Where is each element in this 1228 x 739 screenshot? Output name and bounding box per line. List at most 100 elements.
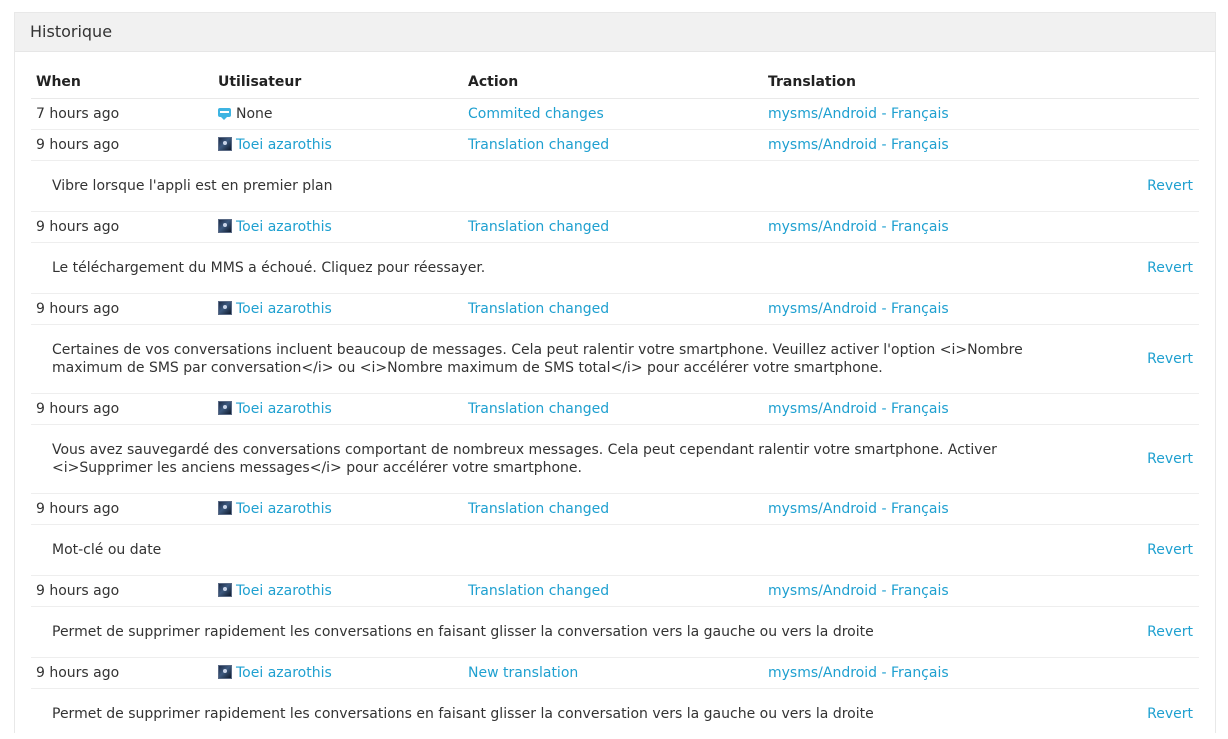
- column-header-empty: [1083, 52, 1199, 99]
- revert-button[interactable]: Revert: [1147, 260, 1193, 276]
- column-header-translation: Translation: [763, 52, 1083, 99]
- translation-text: Certaines de vos conversations incluent …: [31, 323, 1083, 393]
- revert-cell: Revert: [1083, 159, 1199, 211]
- user-name: None: [236, 105, 273, 122]
- detail-row: Certaines de vos conversations incluent …: [31, 323, 1199, 393]
- translation-link[interactable]: mysms/Android - Français: [768, 583, 949, 599]
- when-cell: 9 hours ago: [31, 574, 213, 606]
- user-link[interactable]: Toei azarothis: [236, 501, 332, 517]
- action-link[interactable]: Translation changed: [468, 301, 609, 317]
- action-cell: Translation changed: [463, 574, 763, 606]
- translation-cell: mysms/Android - Français: [763, 292, 1083, 324]
- translation-text: Permet de supprimer rapidement les conve…: [31, 687, 1083, 739]
- user-cell: None: [213, 97, 463, 129]
- table-row: 9 hours ago Toei azarothis New translati…: [31, 656, 1199, 688]
- action-link[interactable]: Translation changed: [468, 137, 609, 153]
- action-link[interactable]: Translation changed: [468, 219, 609, 235]
- column-header-user: Utilisateur: [213, 52, 463, 99]
- user-link[interactable]: Toei azarothis: [236, 401, 332, 417]
- avatar: [218, 400, 232, 415]
- table-row: 9 hours ago Toei azarothis Translation c…: [31, 210, 1199, 242]
- revert-cell: Revert: [1083, 687, 1199, 739]
- history-body: 7 hours ago None Commited changes mysms/…: [31, 97, 1199, 739]
- user-cell: Toei azarothis: [213, 492, 463, 524]
- revert-button[interactable]: Revert: [1147, 542, 1193, 558]
- user-cell: Toei azarothis: [213, 574, 463, 606]
- translation-text: Vous avez sauvegardé des conversations c…: [31, 423, 1083, 493]
- action-link[interactable]: Translation changed: [468, 583, 609, 599]
- translation-link[interactable]: mysms/Android - Français: [768, 137, 949, 153]
- avatar: [218, 300, 232, 315]
- action-cell: Translation changed: [463, 210, 763, 242]
- translation-text: Mot-clé ou date: [31, 523, 1083, 575]
- avatar: [218, 500, 232, 515]
- revert-button[interactable]: Revert: [1147, 451, 1193, 467]
- user-link[interactable]: Toei azarothis: [236, 583, 332, 599]
- panel-title: Historique: [15, 13, 1215, 52]
- table-row: 9 hours ago Toei azarothis Translation c…: [31, 574, 1199, 606]
- detail-row: Vous avez sauvegardé des conversations c…: [31, 423, 1199, 493]
- translation-cell: mysms/Android - Français: [763, 97, 1083, 129]
- robot-icon: [218, 107, 231, 120]
- translation-text: Le téléchargement du MMS a échoué. Cliqu…: [31, 241, 1083, 293]
- translation-link[interactable]: mysms/Android - Français: [768, 106, 949, 122]
- translation-cell: mysms/Android - Français: [763, 492, 1083, 524]
- table-header-row: When Utilisateur Action Translation: [31, 52, 1199, 99]
- revert-button[interactable]: Revert: [1147, 178, 1193, 194]
- translation-cell: mysms/Android - Français: [763, 392, 1083, 424]
- translation-link[interactable]: mysms/Android - Français: [768, 301, 949, 317]
- detail-row: Permet de supprimer rapidement les conve…: [31, 687, 1199, 739]
- translation-link[interactable]: mysms/Android - Français: [768, 501, 949, 517]
- when-cell: 9 hours ago: [31, 656, 213, 688]
- user-cell: Toei azarothis: [213, 210, 463, 242]
- user-cell: Toei azarothis: [213, 656, 463, 688]
- user-cell: Toei azarothis: [213, 128, 463, 160]
- revert-cell: Revert: [1083, 241, 1199, 293]
- translation-link[interactable]: mysms/Android - Français: [768, 665, 949, 681]
- history-table: When Utilisateur Action Translation 7 ho…: [31, 52, 1199, 739]
- history-table-wrap: When Utilisateur Action Translation 7 ho…: [15, 52, 1215, 739]
- user-link[interactable]: Toei azarothis: [236, 665, 332, 681]
- when-cell: 9 hours ago: [31, 292, 213, 324]
- action-link[interactable]: Translation changed: [468, 501, 609, 517]
- revert-button[interactable]: Revert: [1147, 706, 1193, 722]
- action-cell: Translation changed: [463, 128, 763, 160]
- action-link[interactable]: Translation changed: [468, 401, 609, 417]
- detail-row: Mot-clé ou date Revert: [31, 523, 1199, 575]
- translation-cell: mysms/Android - Français: [763, 656, 1083, 688]
- action-cell: Translation changed: [463, 392, 763, 424]
- avatar: [218, 218, 232, 233]
- translation-cell: mysms/Android - Français: [763, 574, 1083, 606]
- column-header-action: Action: [463, 52, 763, 99]
- action-cell: Commited changes: [463, 97, 763, 129]
- action-cell: Translation changed: [463, 492, 763, 524]
- table-row: 9 hours ago Toei azarothis Translation c…: [31, 492, 1199, 524]
- revert-button[interactable]: Revert: [1147, 624, 1193, 640]
- table-row: 7 hours ago None Commited changes mysms/…: [31, 97, 1199, 129]
- translation-link[interactable]: mysms/Android - Français: [768, 219, 949, 235]
- translation-cell: mysms/Android - Français: [763, 128, 1083, 160]
- translation-text: Permet de supprimer rapidement les conve…: [31, 605, 1083, 657]
- user-link[interactable]: Toei azarothis: [236, 137, 332, 153]
- table-row: 9 hours ago Toei azarothis Translation c…: [31, 292, 1199, 324]
- detail-row: Vibre lorsque l'appli est en premier pla…: [31, 159, 1199, 211]
- translation-link[interactable]: mysms/Android - Français: [768, 401, 949, 417]
- translation-text: Vibre lorsque l'appli est en premier pla…: [31, 159, 1083, 211]
- when-cell: 9 hours ago: [31, 492, 213, 524]
- revert-button[interactable]: Revert: [1147, 351, 1193, 367]
- action-link[interactable]: New translation: [468, 665, 578, 681]
- revert-cell: Revert: [1083, 605, 1199, 657]
- detail-row: Le téléchargement du MMS a échoué. Cliqu…: [31, 241, 1199, 293]
- when-cell: 9 hours ago: [31, 210, 213, 242]
- action-cell: New translation: [463, 656, 763, 688]
- user-link[interactable]: Toei azarothis: [236, 301, 332, 317]
- revert-cell: Revert: [1083, 423, 1199, 493]
- history-panel: Historique When Utilisateur Action Trans…: [14, 12, 1216, 739]
- user-link[interactable]: Toei azarothis: [236, 219, 332, 235]
- avatar: [218, 582, 232, 597]
- when-cell: 9 hours ago: [31, 392, 213, 424]
- column-header-when: When: [31, 52, 213, 99]
- revert-cell: Revert: [1083, 323, 1199, 393]
- action-link[interactable]: Commited changes: [468, 106, 604, 122]
- avatar: [218, 136, 232, 151]
